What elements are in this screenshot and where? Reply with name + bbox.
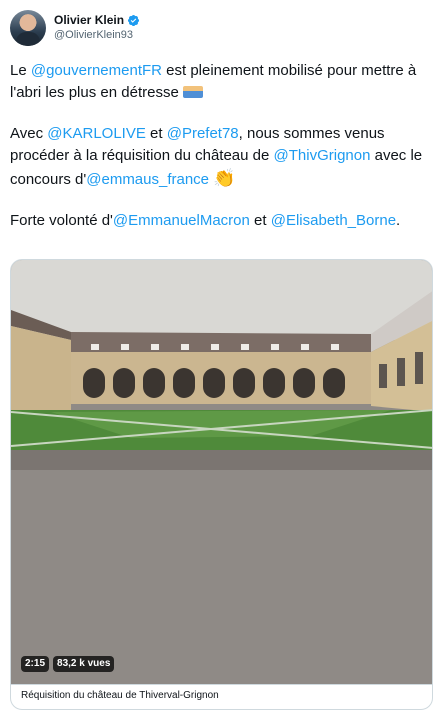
author-info: Olivier Klein @OlivierKlein93 [54, 13, 140, 43]
mention-link[interactable]: @KARLOLIVE [47, 125, 146, 142]
text-segment: . [396, 212, 401, 229]
tweet-paragraph-1: Le @gouvernementFR est pleinement mobili… [10, 60, 430, 104]
video-meta-badges: 2:15 83,2 k vues [21, 656, 115, 672]
mention-link[interactable]: @emmaus_france [86, 171, 209, 188]
tweet-paragraph-3: Forte volonté d'@EmmanuelMacron et @Elis… [10, 210, 430, 232]
mention-link[interactable]: @gouvernementFR [31, 62, 162, 79]
mention-link[interactable]: @Prefet78 [167, 125, 239, 142]
avatar[interactable] [10, 10, 46, 46]
text-segment: Le [10, 62, 31, 79]
author-display-name[interactable]: Olivier Klein [54, 13, 124, 28]
tweet-text: Le @gouvernementFR est pleinement mobili… [10, 60, 430, 251]
name-row: Olivier Klein [54, 13, 140, 28]
tweet-header: Olivier Klein @OlivierKlein93 [10, 10, 140, 46]
text-segment: Forte volonté d' [10, 212, 113, 229]
clapping-hands-emoji-icon: 👏 [213, 168, 236, 188]
mention-link[interactable]: @EmmanuelMacron [113, 212, 250, 229]
verified-badge-icon [127, 14, 140, 27]
video-player[interactable]: 2:15 83,2 k vues [11, 260, 432, 684]
text-segment: Avec [10, 125, 48, 142]
mention-link[interactable]: @ThivGrignon [274, 147, 371, 164]
bed-emoji-icon [182, 86, 203, 98]
video-views: 83,2 k vues [53, 656, 115, 672]
media-caption[interactable]: Réquisition du château de Thiverval-Grig… [11, 684, 432, 709]
video-duration: 2:15 [21, 656, 50, 672]
text-segment: et [249, 212, 271, 229]
text-segment: et [145, 125, 167, 142]
mention-link[interactable]: @Elisabeth_Borne [271, 212, 396, 229]
tweet-paragraph-2: Avec @KARLOLIVE et @Prefet78, nous somme… [10, 123, 430, 191]
chateau-video-frame [11, 291, 432, 684]
author-handle[interactable]: @OlivierKlein93 [54, 28, 140, 43]
media-card[interactable]: 2:15 83,2 k vues Réquisition du château … [10, 259, 433, 710]
